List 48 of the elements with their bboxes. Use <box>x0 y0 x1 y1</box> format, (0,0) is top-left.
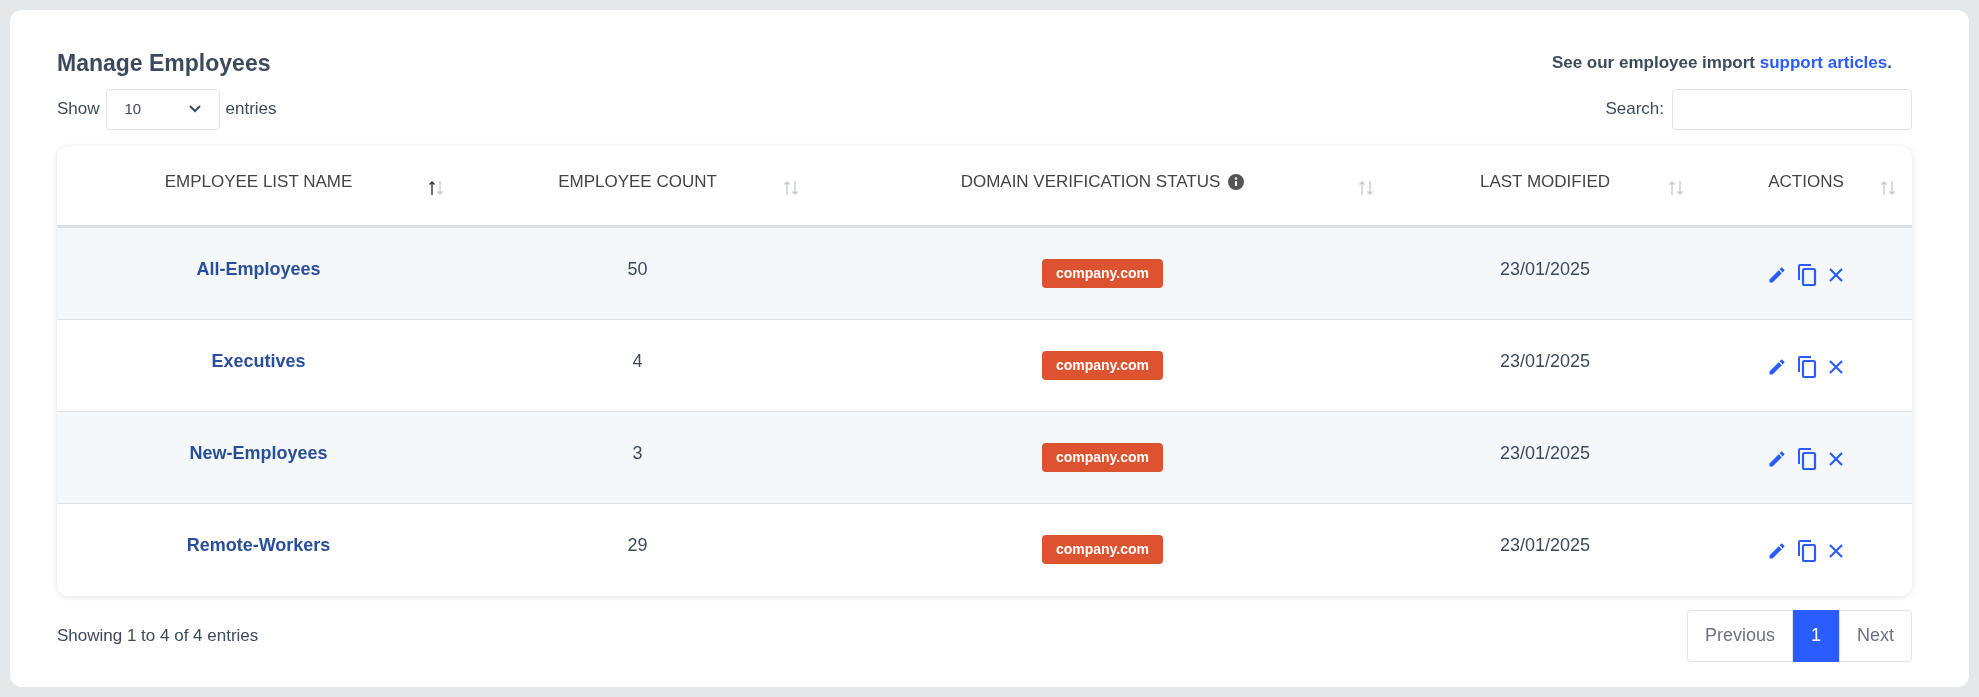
pencil-icon[interactable] <box>1767 540 1787 561</box>
table-cell-text: 4 <box>632 349 643 373</box>
table-cell-text: 23/01/2025 <box>1499 257 1591 281</box>
table-cell-text: 50 <box>627 257 648 281</box>
domain-badge: company.com <box>1041 350 1164 380</box>
domain-badge: company.com <box>1041 534 1164 564</box>
domain-badge: company.com <box>1041 442 1164 472</box>
pencil-icon[interactable] <box>1767 356 1787 377</box>
chevron-down-icon <box>188 105 201 113</box>
table-cell-text: 23/01/2025 <box>1499 441 1591 465</box>
page-button[interactable]: Next <box>1839 609 1912 662</box>
support-note: See our employee import support articles. <box>1551 52 1892 74</box>
page-title: Manage Employees <box>57 49 271 78</box>
column-header[interactable]: ACTIONS <box>1768 169 1844 195</box>
table-cell-text: 29 <box>627 533 648 557</box>
support-link[interactable]: support articles <box>1759 53 1888 72</box>
entries-info: Showing 1 to 4 of 4 entries <box>57 624 259 647</box>
list-name-link[interactable]: Remote-Workers <box>186 531 331 559</box>
search-label: Search: <box>1605 98 1664 121</box>
pencil-icon[interactable] <box>1767 264 1787 285</box>
close-icon[interactable] <box>1827 541 1845 560</box>
entries-label: entries <box>225 98 277 121</box>
close-icon[interactable] <box>1827 265 1845 284</box>
table-cell-text: 23/01/2025 <box>1499 349 1591 373</box>
column-header[interactable]: DOMAIN VERIFICATION STATUS <box>960 169 1221 195</box>
list-name-link[interactable]: All-Employees <box>196 255 321 283</box>
search-field[interactable] <box>1672 88 1912 130</box>
close-icon[interactable] <box>1827 449 1845 468</box>
close-icon[interactable] <box>1827 357 1845 376</box>
table-cell-text: 23/01/2025 <box>1499 533 1591 557</box>
entries-select[interactable]: 10 <box>105 88 220 130</box>
list-name-link[interactable]: Executives <box>211 347 306 375</box>
copy-icon[interactable] <box>1795 445 1819 472</box>
show-label: Show <box>57 98 100 121</box>
table-cell-text: 3 <box>632 441 643 465</box>
page-button[interactable]: 1 <box>1792 609 1839 662</box>
copy-icon[interactable] <box>1795 537 1819 564</box>
sort-arrows-icon[interactable] <box>428 179 444 196</box>
list-name-link[interactable]: New-Employees <box>189 439 328 467</box>
copy-icon[interactable] <box>1795 353 1819 380</box>
column-header[interactable]: EMPLOYEE COUNT <box>558 169 717 195</box>
pencil-icon[interactable] <box>1767 448 1787 469</box>
info-icon <box>1228 174 1245 190</box>
page-button[interactable]: Previous <box>1686 609 1793 662</box>
column-header[interactable]: EMPLOYEE LIST NAME <box>164 169 353 195</box>
copy-icon[interactable] <box>1795 261 1819 288</box>
domain-badge: company.com <box>1041 258 1164 288</box>
column-header[interactable]: LAST MODIFIED <box>1479 169 1610 195</box>
